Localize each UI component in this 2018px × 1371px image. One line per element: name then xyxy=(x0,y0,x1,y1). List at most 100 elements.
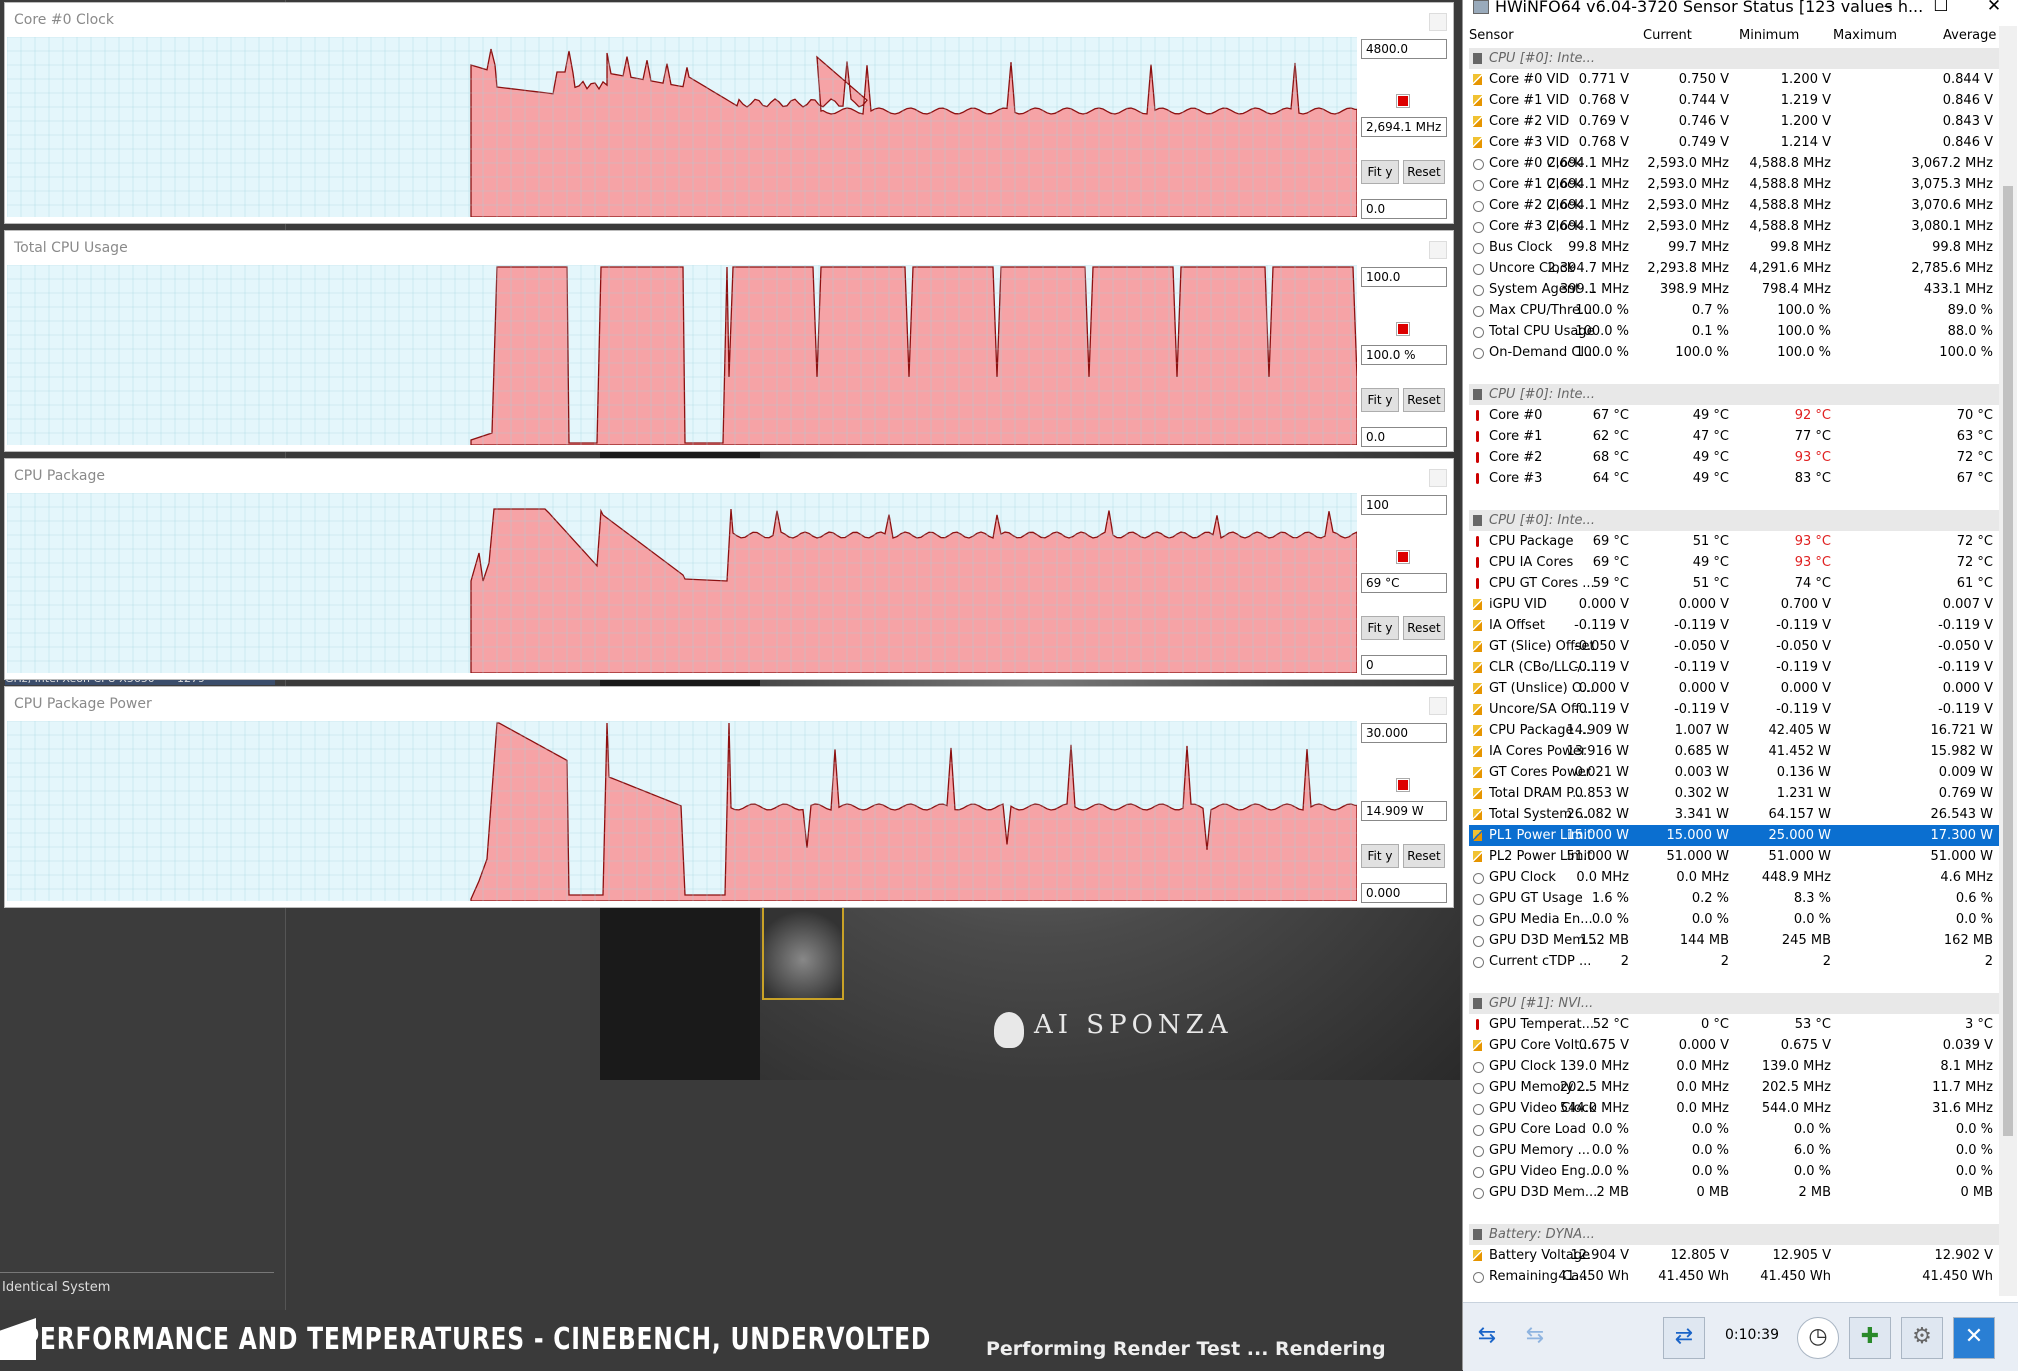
sensor-row[interactable]: GPU Memory ... 0.0 % 0.0 % 6.0 % 0.0 % xyxy=(1469,1140,1999,1161)
sensor-row[interactable]: Core #0 Clock 2,694.1 MHz 2,593.0 MHz 4,… xyxy=(1469,153,1999,174)
hwinfo-titlebar[interactable]: HWiNFO64 v6.04-3720 Sensor Status [123 v… xyxy=(1463,0,2018,16)
minimize-icon[interactable]: – xyxy=(1873,0,1903,16)
column-current[interactable]: Current xyxy=(1643,28,1692,43)
sensor-row[interactable]: Core #3 64 °C 49 °C 83 °C 67 °C xyxy=(1469,468,1999,489)
graph-color-swatch[interactable] xyxy=(1396,550,1410,564)
sensor-row[interactable]: GPU Memory ... 202.5 MHz 0.0 MHz 202.5 M… xyxy=(1469,1077,1999,1098)
graph-close-icon[interactable] xyxy=(1429,697,1447,715)
sensor-row[interactable]: Core #0 VID 0.771 V 0.750 V 1.200 V 0.84… xyxy=(1469,69,1999,90)
sensor-row[interactable]: PL2 Power Limit 51.000 W 51.000 W 51.000… xyxy=(1469,846,1999,867)
sensor-row[interactable]: IA Cores Power 13.916 W 0.685 W 41.452 W… xyxy=(1469,741,1999,762)
sensor-row[interactable]: PL1 Power Limit 15.000 W 15.000 W 25.000… xyxy=(1469,825,1999,846)
sensor-row[interactable]: GPU Video Eng... 0.0 % 0.0 % 0.0 % 0.0 % xyxy=(1469,1161,1999,1182)
sensor-row[interactable]: Battery Voltage 12.904 V 12.805 V 12.905… xyxy=(1469,1245,1999,1266)
nav-left-right-icon[interactable]: ⇆ xyxy=(1467,1317,1507,1357)
sensor-row[interactable]: IA Offset -0.119 V -0.119 V -0.119 V -0.… xyxy=(1469,615,1999,636)
sensor-row[interactable]: Core #3 VID 0.768 V 0.749 V 1.214 V 0.84… xyxy=(1469,132,1999,153)
fit-y-button[interactable]: Fit y xyxy=(1361,616,1399,640)
sensor-group-header[interactable]: CPU [#0]: Inte... xyxy=(1469,384,1999,405)
sensor-group-header[interactable]: CPU [#0]: Inte... xyxy=(1469,48,1999,69)
sensor-row[interactable]: GPU Clock 0.0 MHz 0.0 MHz 448.9 MHz 4.6 … xyxy=(1469,867,1999,888)
sensor-row[interactable]: GT (Unslice) O... 0.000 V 0.000 V 0.000 … xyxy=(1469,678,1999,699)
sensor-row[interactable]: On-Demand Cl... 100.0 % 100.0 % 100.0 % … xyxy=(1469,342,1999,363)
sensor-row[interactable]: Remaining Ca... 41.450 Wh 41.450 Wh 41.4… xyxy=(1469,1266,1999,1287)
graph-close-icon[interactable] xyxy=(1429,241,1447,259)
sensor-name: Core #2 VID xyxy=(1489,114,1570,129)
graph-close-icon[interactable] xyxy=(1429,13,1447,31)
sensor-row[interactable]: CPU GT Cores ... 59 °C 51 °C 74 °C 61 °C xyxy=(1469,573,1999,594)
graph-min-field[interactable]: 0.000 xyxy=(1361,883,1447,903)
graph-max-field[interactable]: 100.0 xyxy=(1361,267,1447,287)
reset-button[interactable]: Reset xyxy=(1403,160,1445,184)
sensor-row[interactable]: GPU D3D Mem... 152 MB 144 MB 245 MB 162 … xyxy=(1469,930,1999,951)
fit-y-button[interactable]: Fit y xyxy=(1361,160,1399,184)
clock-icon[interactable]: ◷ xyxy=(1797,1317,1839,1359)
sensor-row[interactable]: Uncore Clock 2,394.7 MHz 2,293.8 MHz 4,2… xyxy=(1469,258,1999,279)
sensor-minimum: 2,593.0 MHz xyxy=(1647,156,1729,171)
graph-min-field[interactable]: 0.0 xyxy=(1361,199,1447,219)
sensor-row[interactable]: GPU D3D Mem... 2 MB 0 MB 2 MB 0 MB xyxy=(1469,1182,1999,1203)
sensor-row[interactable]: CPU IA Cores 69 °C 49 °C 93 °C 72 °C xyxy=(1469,552,1999,573)
sensor-row[interactable]: Core #2 VID 0.769 V 0.746 V 1.200 V 0.84… xyxy=(1469,111,1999,132)
close-icon[interactable]: ✕ xyxy=(1979,0,2009,16)
column-sensor[interactable]: Sensor xyxy=(1469,28,1514,43)
graph-color-swatch[interactable] xyxy=(1396,778,1410,792)
settings-gear-icon[interactable]: ⚙ xyxy=(1901,1317,1943,1359)
graph-color-swatch[interactable] xyxy=(1396,94,1410,108)
sensor-row[interactable]: GT Cores Power 0.021 W 0.003 W 0.136 W 0… xyxy=(1469,762,1999,783)
sensor-minimum: 398.9 MHz xyxy=(1659,282,1729,297)
sensor-row[interactable]: Total System ... 26.082 W 3.341 W 64.157… xyxy=(1469,804,1999,825)
sensor-row[interactable]: System Agent ... 399.1 MHz 398.9 MHz 798… xyxy=(1469,279,1999,300)
sensor-row[interactable]: Core #1 VID 0.768 V 0.744 V 1.219 V 0.84… xyxy=(1469,90,1999,111)
sensor-row[interactable]: GPU Temperat... 52 °C 0 °C 53 °C 3 °C xyxy=(1469,1014,1999,1035)
sensor-group-header[interactable]: CPU [#0]: Inte... xyxy=(1469,510,1999,531)
sensor-row[interactable]: GPU Clock 139.0 MHz 0.0 MHz 139.0 MHz 8.… xyxy=(1469,1056,1999,1077)
graph-color-swatch[interactable] xyxy=(1396,322,1410,336)
sensor-row[interactable]: Uncore/SA Off... -0.119 V -0.119 V -0.11… xyxy=(1469,699,1999,720)
sensor-group-header[interactable]: Battery: DYNA... xyxy=(1469,1224,1999,1245)
graph-max-field[interactable]: 100 xyxy=(1361,495,1447,515)
sensor-row[interactable]: GPU Core Volt... 0.675 V 0.000 V 0.675 V… xyxy=(1469,1035,1999,1056)
graph-max-field[interactable]: 4800.0 xyxy=(1361,39,1447,59)
sensor-row[interactable]: CPU Package ... 14.909 W 1.007 W 42.405 … xyxy=(1469,720,1999,741)
sensor-row[interactable]: GPU Video Clock 544.0 MHz 0.0 MHz 544.0 … xyxy=(1469,1098,1999,1119)
column-maximum[interactable]: Maximum xyxy=(1833,28,1897,43)
sensor-scrollbar[interactable] xyxy=(1999,26,2017,1296)
sensor-row[interactable]: Core #3 Clock 2,694.1 MHz 2,593.0 MHz 4,… xyxy=(1469,216,1999,237)
sensor-row[interactable]: Total CPU Usage 100.0 % 0.1 % 100.0 % 88… xyxy=(1469,321,1999,342)
network-icon[interactable]: ⇄ xyxy=(1663,1317,1705,1359)
graph-min-field[interactable]: 0.0 xyxy=(1361,427,1447,447)
sensor-row[interactable]: Bus Clock 99.8 MHz 99.7 MHz 99.8 MHz 99.… xyxy=(1469,237,1999,258)
sensor-row[interactable]: iGPU VID 0.000 V 0.000 V 0.700 V 0.007 V xyxy=(1469,594,1999,615)
log-file-icon[interactable]: ✚ xyxy=(1849,1317,1891,1359)
sensor-row[interactable]: Core #0 67 °C 49 °C 92 °C 70 °C xyxy=(1469,405,1999,426)
sensor-row[interactable]: GPU GT Usage 1.6 % 0.2 % 8.3 % 0.6 % xyxy=(1469,888,1999,909)
column-average[interactable]: Average xyxy=(1943,28,1996,43)
sensor-row[interactable]: CPU Package 69 °C 51 °C 93 °C 72 °C xyxy=(1469,531,1999,552)
reset-button[interactable]: Reset xyxy=(1403,388,1445,412)
sensor-row[interactable]: GT (Slice) Offset -0.050 V -0.050 V -0.0… xyxy=(1469,636,1999,657)
sensor-row[interactable]: Core #1 62 °C 47 °C 77 °C 63 °C xyxy=(1469,426,1999,447)
sensor-group-header[interactable]: GPU [#1]: NVI... xyxy=(1469,993,1999,1014)
sensor-row[interactable]: Total DRAM P... 0.853 W 0.302 W 1.231 W … xyxy=(1469,783,1999,804)
sensor-row[interactable]: GPU Core Load 0.0 % 0.0 % 0.0 % 0.0 % xyxy=(1469,1119,1999,1140)
close-hwinfo-icon[interactable]: ✕ xyxy=(1953,1317,1995,1359)
graph-min-field[interactable]: 0 xyxy=(1361,655,1447,675)
nav-disabled-icon[interactable]: ⇆ xyxy=(1515,1317,1555,1357)
graph-close-icon[interactable] xyxy=(1429,469,1447,487)
graph-max-field[interactable]: 30.000 xyxy=(1361,723,1447,743)
maximize-icon[interactable]: ☐ xyxy=(1926,0,1956,16)
column-minimum[interactable]: Minimum xyxy=(1739,28,1799,43)
reset-button[interactable]: Reset xyxy=(1403,844,1445,868)
scrollbar-thumb[interactable] xyxy=(2003,186,2013,1136)
sensor-row[interactable]: Core #1 Clock 2,694.1 MHz 2,593.0 MHz 4,… xyxy=(1469,174,1999,195)
sensor-row[interactable]: Current cTDP ... 2 2 2 2 xyxy=(1469,951,1999,972)
sensor-row[interactable]: GPU Media En... 0.0 % 0.0 % 0.0 % 0.0 % xyxy=(1469,909,1999,930)
sensor-row[interactable]: Core #2 Clock 2,694.1 MHz 2,593.0 MHz 4,… xyxy=(1469,195,1999,216)
sensor-row[interactable]: Max CPU/Thre... 100.0 % 0.7 % 100.0 % 89… xyxy=(1469,300,1999,321)
sensor-row[interactable]: Core #2 68 °C 49 °C 93 °C 72 °C xyxy=(1469,447,1999,468)
sensor-row[interactable]: CLR (CBo/LLC/... -0.119 V -0.119 V -0.11… xyxy=(1469,657,1999,678)
fit-y-button[interactable]: Fit y xyxy=(1361,844,1399,868)
fit-y-button[interactable]: Fit y xyxy=(1361,388,1399,412)
reset-button[interactable]: Reset xyxy=(1403,616,1445,640)
